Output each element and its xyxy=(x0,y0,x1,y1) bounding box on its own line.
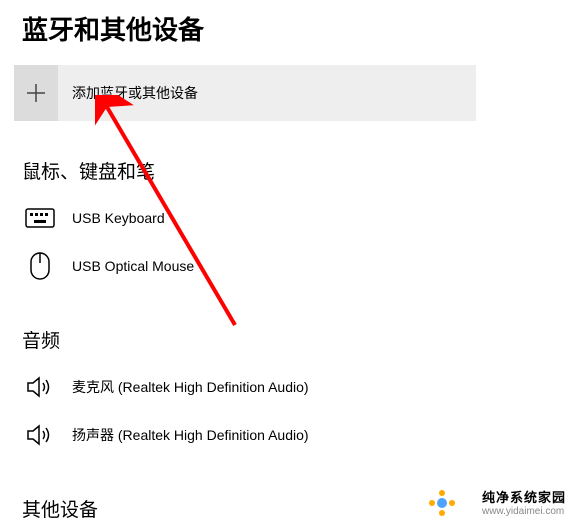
section-heading-input: 鼠标、键盘和笔 xyxy=(0,157,576,184)
watermark-url: www.yidaimei.com xyxy=(482,506,566,517)
watermark-title: 纯净系统家园 xyxy=(482,487,566,506)
device-row[interactable]: 麦克风 (Realtek High Definition Audio) xyxy=(0,363,576,411)
add-device-button[interactable]: 添加蓝牙或其他设备 xyxy=(14,65,476,121)
plus-icon xyxy=(14,65,58,121)
device-label: 扬声器 (Realtek High Definition Audio) xyxy=(72,425,309,445)
page-title: 蓝牙和其他设备 xyxy=(0,0,576,65)
device-label: 麦克风 (Realtek High Definition Audio) xyxy=(72,377,309,397)
watermark: 纯净系统家园 www.yidaimei.com xyxy=(482,487,566,517)
device-row[interactable]: 扬声器 (Realtek High Definition Audio) xyxy=(0,411,576,459)
mouse-icon xyxy=(22,251,58,281)
watermark-logo xyxy=(428,489,456,517)
device-row[interactable]: USB Optical Mouse xyxy=(0,242,576,290)
section-heading-audio: 音频 xyxy=(0,326,576,353)
speaker-icon xyxy=(22,423,58,447)
device-label: USB Keyboard xyxy=(72,210,165,226)
keyboard-icon xyxy=(22,208,58,228)
device-label: USB Optical Mouse xyxy=(72,258,194,274)
device-row[interactable]: USB Keyboard xyxy=(0,194,576,242)
speaker-icon xyxy=(22,375,58,399)
add-device-label: 添加蓝牙或其他设备 xyxy=(72,83,198,103)
